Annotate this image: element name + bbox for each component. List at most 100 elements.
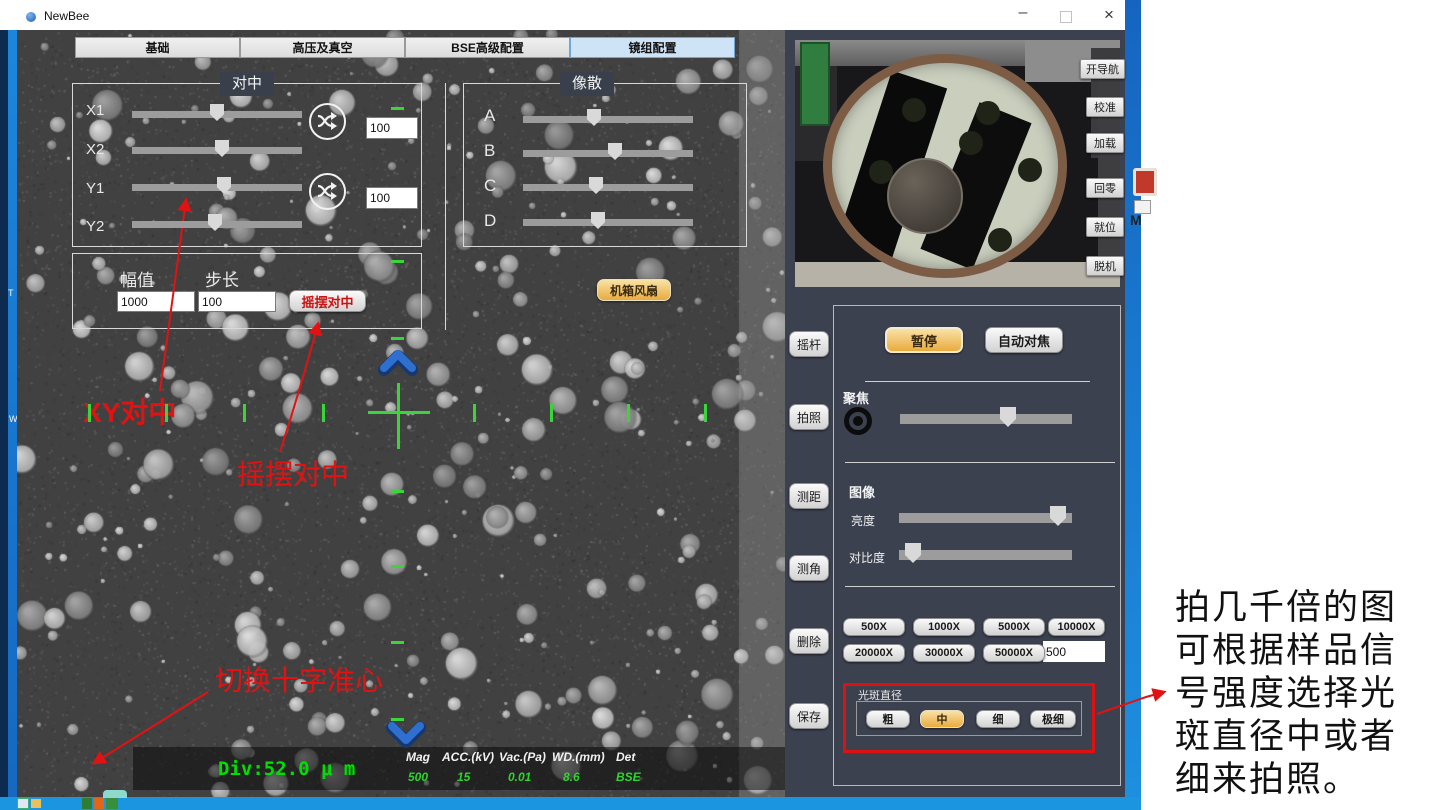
- chamber-camera-view: [795, 40, 1120, 287]
- scale-dash: [391, 565, 404, 568]
- focus-target-icon[interactable]: [844, 407, 872, 435]
- maximize-icon[interactable]: [1060, 11, 1072, 23]
- status-value-Det: BSE: [616, 770, 641, 784]
- window-titlebar: NewBee: [14, 5, 1125, 30]
- centering-slider-label-Y1: Y1: [86, 180, 104, 197]
- magnification-input[interactable]: [1043, 641, 1105, 662]
- desktop-edge-dark: [0, 30, 8, 797]
- mag-button-5000X[interactable]: 5000X: [983, 618, 1045, 636]
- scale-dash: [391, 641, 404, 644]
- status-value-WD.(mm): 8.6: [563, 770, 580, 784]
- scale-tick: [165, 404, 168, 422]
- brightness-slider-track[interactable]: [899, 513, 1072, 523]
- swap-x-button[interactable]: [309, 103, 346, 140]
- status-header-WD.(mm): WD.(mm): [552, 750, 605, 764]
- scale-tick: [550, 404, 553, 422]
- taskbar-icon[interactable]: [31, 799, 41, 808]
- taskbar-icon[interactable]: [106, 798, 118, 809]
- astig-slider-A-track[interactable]: [523, 116, 693, 123]
- step-input[interactable]: [198, 291, 276, 312]
- mag-button-50000X[interactable]: 50000X: [983, 644, 1045, 662]
- amplitude-label: 幅值: [120, 266, 154, 291]
- disc-hole: [976, 101, 1000, 125]
- nav-button-加载[interactable]: 加载: [1086, 133, 1124, 153]
- annotation-xy-centering: XY对中: [83, 391, 176, 431]
- nav-button-开导航[interactable]: 开导航: [1080, 59, 1125, 79]
- mag-button-500X[interactable]: 500X: [843, 618, 905, 636]
- nav-button-校准[interactable]: 校准: [1086, 97, 1124, 117]
- crosshair: [397, 383, 400, 449]
- astigmatism-title: 像散: [560, 72, 614, 96]
- status-header-ACC.(kV): ACC.(kV): [442, 750, 494, 764]
- swap-y-button[interactable]: [309, 173, 346, 210]
- centering-offset-input-1[interactable]: [366, 117, 418, 139]
- nav-button-回零[interactable]: 回零: [1086, 178, 1124, 198]
- tab-高压及真空[interactable]: 高压及真空: [240, 37, 405, 58]
- scale-dash: [391, 107, 404, 110]
- astig-slider-D-track[interactable]: [523, 219, 693, 226]
- centering-offset-input-2[interactable]: [366, 187, 418, 209]
- taskbar-icon[interactable]: [94, 798, 104, 809]
- centering-title: 对中: [220, 72, 274, 96]
- tab-镜组配置[interactable]: 镜组配置: [570, 37, 735, 58]
- tool-button-测距[interactable]: 测距: [789, 483, 829, 509]
- screen: T W M NewBee – × 对中 幅值 步长 摇摆对中 像散 机箱风扇 D…: [0, 0, 1437, 810]
- amplitude-input[interactable]: [117, 291, 195, 312]
- pause-button[interactable]: 暂停: [885, 327, 963, 353]
- tool-button-拍照[interactable]: 拍照: [789, 404, 829, 430]
- green-connector: [800, 42, 830, 126]
- mag-button-30000X[interactable]: 30000X: [913, 644, 975, 662]
- desktop-icon-label: T: [8, 288, 14, 298]
- wobble-centering-button[interactable]: 摇摆对中: [289, 290, 366, 312]
- spot-button-细[interactable]: 细: [976, 710, 1020, 728]
- scale-tick: [473, 404, 476, 422]
- crosshair-toggle-icon[interactable]: [103, 790, 127, 798]
- contrast-label: 对比度: [849, 549, 885, 566]
- annotation-wobble: 摇摆对中: [237, 453, 349, 493]
- chassis-fan-button[interactable]: 机箱风扇: [597, 279, 671, 301]
- window-title: NewBee: [44, 9, 89, 23]
- status-header-Mag: Mag: [406, 750, 430, 764]
- tool-button-摇杆[interactable]: 摇杆: [789, 331, 829, 357]
- disc-hole: [959, 131, 983, 155]
- taskbar-icon[interactable]: [17, 798, 29, 809]
- focus-slider-track[interactable]: [900, 414, 1072, 424]
- mag-button-1000X[interactable]: 1000X: [913, 618, 975, 636]
- scale-tick: [627, 404, 630, 422]
- mag-button-20000X[interactable]: 20000X: [843, 644, 905, 662]
- brightness-label: 亮度: [851, 512, 875, 529]
- scale-tick: [88, 404, 91, 422]
- pole-piece-disc: [823, 54, 1067, 278]
- swap-arrows-icon: [311, 105, 344, 138]
- tool-button-测角[interactable]: 测角: [789, 555, 829, 581]
- minimize-button[interactable]: –: [1008, 2, 1038, 26]
- spot-button-粗[interactable]: 粗: [866, 710, 910, 728]
- desktop-left-strip: T W: [8, 30, 17, 797]
- disc-hole: [902, 98, 926, 122]
- status-value-Mag: 500: [408, 770, 428, 784]
- autofocus-button[interactable]: 自动对焦: [985, 327, 1063, 353]
- tool-button-保存[interactable]: 保存: [789, 703, 829, 729]
- centering-slider-label-X2: X2: [86, 141, 104, 158]
- tool-button-删除[interactable]: 删除: [789, 628, 829, 654]
- desktop-right-strip: [1125, 0, 1141, 810]
- nav-button-就位[interactable]: 就位: [1086, 217, 1124, 237]
- division-readout: Div:52.0 μ m: [218, 758, 355, 780]
- divider: [445, 83, 446, 330]
- close-button[interactable]: ×: [1094, 3, 1124, 27]
- taskbar-icon[interactable]: [82, 798, 92, 809]
- centering-slider-label-X1: X1: [86, 102, 104, 119]
- contrast-slider-track[interactable]: [899, 550, 1072, 560]
- tab-BSE高级配置[interactable]: BSE高级配置: [405, 37, 570, 58]
- disc-hole: [988, 228, 1012, 252]
- astig-slider-C-track[interactable]: [523, 184, 693, 191]
- mag-button-10000X[interactable]: 10000X: [1048, 618, 1105, 636]
- tab-基础[interactable]: 基础: [75, 37, 240, 58]
- image-section-label: 图像: [849, 482, 875, 501]
- nav-button-脱机[interactable]: 脱机: [1086, 256, 1124, 276]
- desktop-icon[interactable]: [1133, 168, 1157, 196]
- spot-button-极细[interactable]: 极细: [1030, 710, 1076, 728]
- step-label: 步长: [205, 266, 239, 291]
- scale-dash: [391, 337, 404, 340]
- spot-button-中[interactable]: 中: [920, 710, 964, 728]
